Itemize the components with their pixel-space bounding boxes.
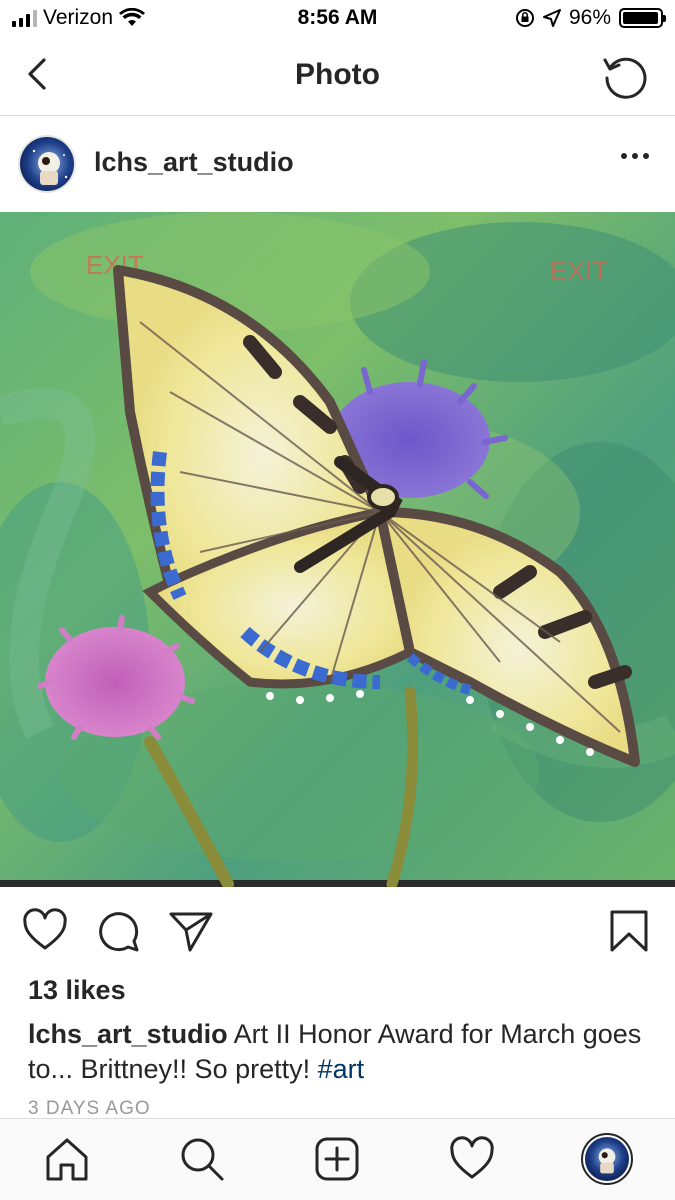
search-icon[interactable]: [178, 1135, 226, 1183]
butterfly-painting: EXIT EXIT: [0, 212, 675, 887]
caption-username[interactable]: lchs_art_studio: [28, 1019, 228, 1049]
nav-bar: Photo: [0, 38, 675, 116]
post-actions: [0, 900, 675, 962]
profile-tab-avatar[interactable]: [581, 1133, 633, 1185]
likes-count[interactable]: 13 likes: [28, 975, 126, 1006]
post-photo[interactable]: EXIT EXIT: [0, 212, 675, 887]
home-icon[interactable]: [43, 1135, 91, 1183]
location-arrow-icon: [542, 9, 561, 27]
page-title: Photo: [295, 58, 380, 91]
battery-icon: [619, 8, 666, 28]
bookmark-icon[interactable]: [606, 908, 652, 954]
post-header: lchs_art_studio: [0, 117, 675, 212]
tab-bar: [0, 1118, 675, 1200]
profile-avatar-image: [585, 1137, 629, 1181]
post-username[interactable]: lchs_art_studio: [94, 147, 294, 178]
battery-percent: 96%: [568, 6, 611, 29]
orientation-lock-icon: [515, 9, 534, 27]
status-right: 96%: [515, 6, 666, 30]
hashtag-link[interactable]: #art: [318, 1054, 365, 1084]
share-icon[interactable]: [168, 908, 214, 954]
more-options-icon[interactable]: [621, 153, 649, 159]
heart-icon[interactable]: [22, 908, 68, 954]
exit-sign-right: EXIT: [550, 256, 608, 286]
avatar-image: [20, 137, 74, 191]
comment-icon[interactable]: [96, 908, 142, 954]
status-bar: Verizon 8:56 AM 96%: [0, 0, 675, 38]
battery-fill: [623, 12, 658, 24]
post-timestamp: 3 DAYS AGO: [28, 1098, 151, 1119]
post-caption: lchs_art_studio Art II Honor Award for M…: [28, 1017, 648, 1087]
avatar[interactable]: [18, 135, 76, 193]
plus-square-icon[interactable]: [313, 1135, 361, 1183]
activity-heart-icon[interactable]: [448, 1135, 496, 1183]
refresh-icon[interactable]: [601, 52, 649, 100]
